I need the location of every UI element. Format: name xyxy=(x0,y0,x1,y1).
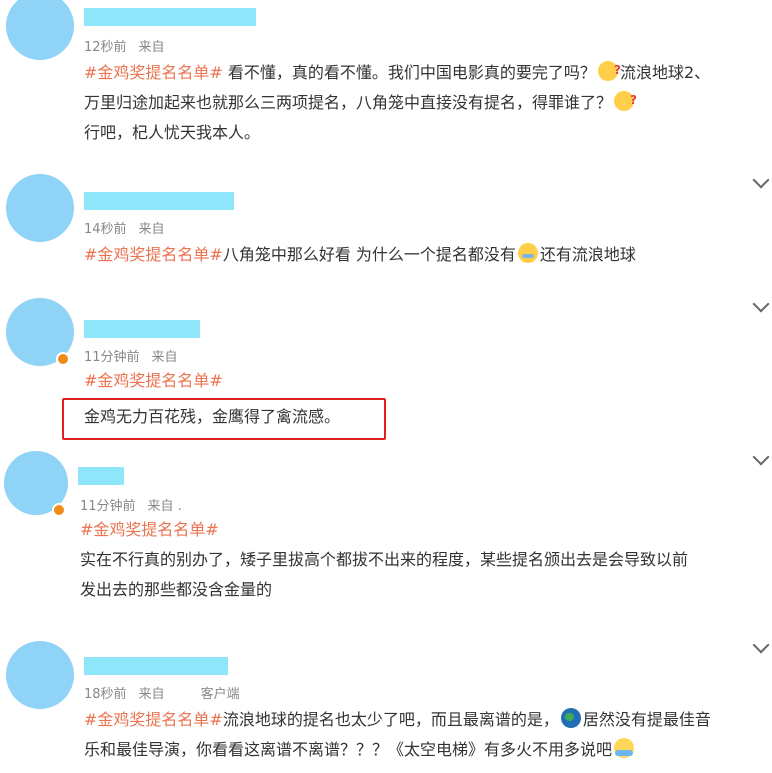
chevron-down-icon[interactable] xyxy=(752,448,770,466)
comment-item: 14秒前 来自 #金鸡奖提名名单#八角笼中那么好看 为什么一个提名都没有 还有流浪地… xyxy=(0,170,772,290)
comment-text: 实在不行真的别办了，矮子里拔高个都拔不出来的程度，某些提名颁出去是会导致以前 xyxy=(80,550,689,569)
comment-body: #金鸡奖提名名单#八角笼中那么好看 为什么一个提名都没有 还有流浪地球 xyxy=(84,240,764,270)
comment-text: 八角笼中那么好看 为什么一个提名都没有 xyxy=(222,245,516,264)
username-masked[interactable] xyxy=(84,320,200,338)
comment-text: 万里归途加起来也就那么三两项提名，八角笼中直接没有提名，得罪谁了？ xyxy=(84,93,613,112)
comment-body: #金鸡奖提名名单# 看不懂，真的看不懂。我们中国电影真的要完了吗？流浪地球2、 … xyxy=(84,55,764,148)
comment-text: 居然没有提最佳音 xyxy=(582,710,711,729)
comment-meta: 14秒前 来自 xyxy=(84,218,177,237)
chevron-down-icon[interactable] xyxy=(752,636,770,654)
chevron-down-icon[interactable] xyxy=(752,295,770,313)
earth-globe-icon xyxy=(560,708,581,728)
username-masked[interactable] xyxy=(78,467,124,485)
timestamp: 18秒前 xyxy=(84,687,127,702)
comment-text: 还有流浪地球 xyxy=(539,245,636,264)
comment-body: 金鸡无力百花残，金鹰得了禽流感。 xyxy=(84,402,384,432)
comment-body: #金鸡奖提名名单#流浪地球的提名也太少了吧，而且最离谱的是， 居然没有提最佳音 乐… xyxy=(84,705,769,765)
hashtag-link[interactable]: #金鸡奖提名名单# xyxy=(84,63,223,82)
comment-text: 金鸡无力百花残，金鹰得了禽流感。 xyxy=(84,407,341,426)
thinking-emoji-icon xyxy=(614,85,637,115)
comment-item: 18秒前 来自 客户端 #金鸡奖提名名单#流浪地球的提名也太少了吧，而且最离谱的是，… xyxy=(0,635,772,773)
comment-item: 11分钟前 来自 . #金鸡奖提名名单# 实在不行真的别办了，矮子里拔高个都拔不出… xyxy=(0,445,772,635)
chevron-down-icon[interactable] xyxy=(752,171,770,189)
comment-text: 行吧，杞人忧天我本人。 xyxy=(84,123,261,142)
thinking-emoji-icon xyxy=(597,55,621,85)
comment-body: #金鸡奖提名名单# xyxy=(84,366,764,396)
hashtag-link[interactable]: #金鸡奖提名名单# xyxy=(84,371,223,390)
source-label: 来自 xyxy=(138,222,165,237)
timestamp: 11分钟前 xyxy=(84,350,140,365)
source-label: 来自 xyxy=(138,687,165,702)
hashtag-link[interactable]: #金鸡奖提名名单# xyxy=(84,245,223,264)
source-label: 来自 xyxy=(151,350,178,365)
comment-meta: 11分钟前 来自 xyxy=(84,346,190,365)
crying-emoji-icon xyxy=(517,243,538,263)
comment-meta: 18秒前 来自 客户端 xyxy=(84,683,252,702)
comment-text: 发出去的那些都没含金量的 xyxy=(80,580,273,599)
comment-meta: 11分钟前 来自 . xyxy=(80,495,194,514)
comment-text: 乐和最佳导演，你看看这离谱不离谱？？？《太空电梯》有多火不用多说吧 xyxy=(84,740,613,759)
hashtag-link[interactable]: #金鸡奖提名名单# xyxy=(84,710,223,729)
source-label: 来自 xyxy=(138,40,165,55)
timestamp: 12秒前 xyxy=(84,40,127,55)
timestamp: 11分钟前 xyxy=(80,499,136,514)
username-masked[interactable] xyxy=(84,8,256,26)
comment-meta: 12秒前 来自 xyxy=(84,36,177,55)
timestamp: 14秒前 xyxy=(84,222,127,237)
comment-text: 看不懂，真的看不懂。我们中国电影真的要完了吗？ xyxy=(227,63,596,82)
comment-text: 流浪地球2、 xyxy=(619,63,711,82)
comment-item: 12秒前 来自 #金鸡奖提名名单# 看不懂，真的看不懂。我们中国电影真的要完了吗？… xyxy=(0,0,772,170)
username-masked[interactable] xyxy=(84,657,228,675)
client-label: 客户端 xyxy=(200,687,240,702)
username-masked[interactable] xyxy=(84,192,234,210)
avatar[interactable] xyxy=(6,641,74,709)
comment-item: 11分钟前 来自 #金鸡奖提名名单# 金鸡无力百花残，金鹰得了禽流感。 xyxy=(0,290,772,445)
shrug-emoji-icon xyxy=(614,738,635,758)
verified-badge-icon xyxy=(56,352,70,366)
avatar[interactable] xyxy=(6,0,74,60)
comment-body: #金鸡奖提名名单# 实在不行真的别办了，矮子里拔高个都拔不出来的程度，某些提名颁… xyxy=(80,515,765,605)
source-label: 来自 . xyxy=(147,499,182,514)
comment-text: 流浪地球的提名也太少了吧，而且最离谱的是， xyxy=(222,710,559,729)
verified-badge-icon xyxy=(52,503,66,517)
avatar[interactable] xyxy=(6,174,74,242)
hashtag-link[interactable]: #金鸡奖提名名单# xyxy=(80,520,219,539)
